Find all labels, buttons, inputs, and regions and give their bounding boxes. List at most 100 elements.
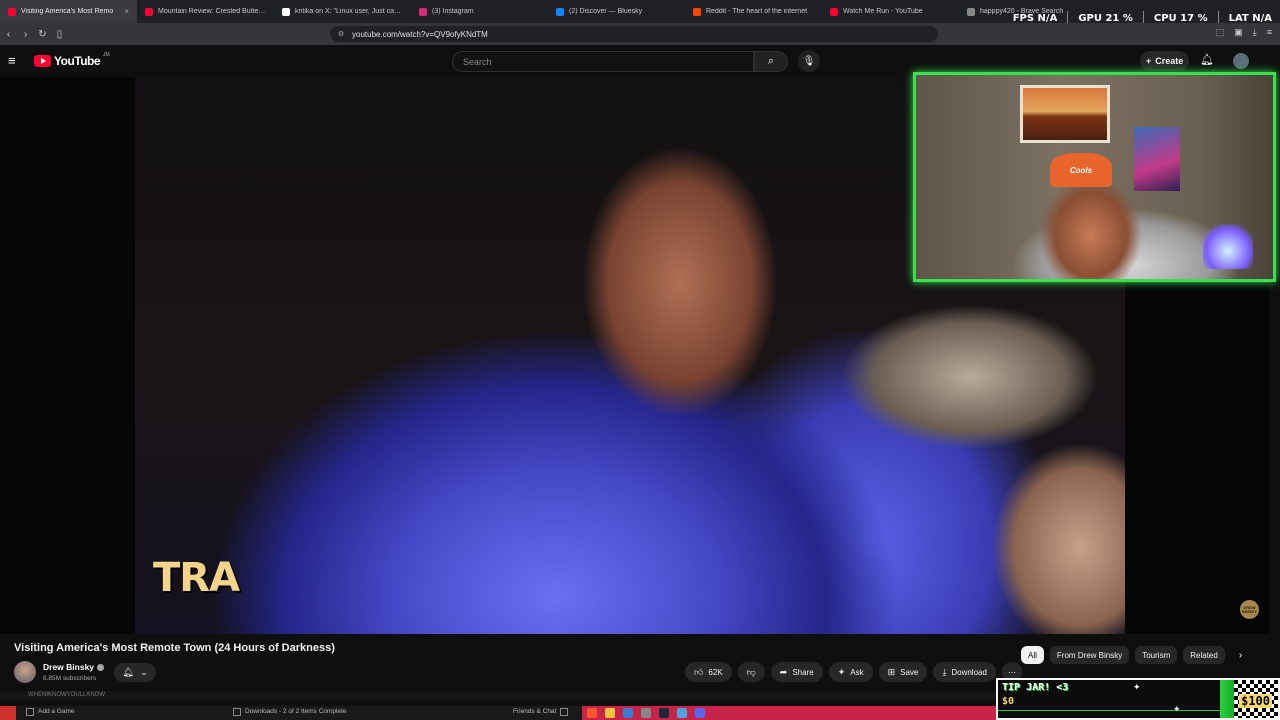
like-button[interactable]: 👍︎ 62K <box>685 662 732 682</box>
tab-label: Watch Me Run - YouTube <box>843 8 923 15</box>
settings-app-icon[interactable] <box>641 708 651 718</box>
tab-favicon-icon <box>282 7 290 16</box>
discord-app-icon[interactable] <box>695 708 705 718</box>
ask-label: Ask <box>850 667 864 677</box>
thumbs-down-icon: 👎︎ <box>746 666 756 677</box>
lat-label: LAT <box>1228 12 1249 24</box>
files-app-icon[interactable] <box>677 708 687 718</box>
address-text: youtube.com/watch?v=QV9ofyKNdTM <box>352 29 488 39</box>
tab-favicon-icon <box>693 7 701 16</box>
browser-tab[interactable]: Watch Me Run - YouTube <box>822 0 959 23</box>
folder-app-icon[interactable] <box>605 708 615 718</box>
channel-watermark[interactable]: DREW BINSKY <box>1240 600 1259 619</box>
browser-tab[interactable]: Reddit - The heart of the internet <box>685 0 822 23</box>
youtube-logo[interactable]: YouTube JM <box>34 52 110 68</box>
steam-app-icon[interactable] <box>659 708 669 718</box>
close-tab-icon[interactable]: × <box>124 7 129 16</box>
add-game-label: Add a Game <box>38 708 75 715</box>
browser-tab[interactable]: (2) Discover — Bluesky <box>548 0 685 23</box>
cpu-value: 17 % <box>1180 12 1208 24</box>
browser-tab[interactable]: (3) Instagram <box>411 0 548 23</box>
region-code: JM <box>103 52 110 58</box>
site-info-icon[interactable]: ⚙ <box>338 30 344 38</box>
taskbar: Add a Game Downloads - 2 of 2 Items Comp… <box>0 706 996 720</box>
chevron-down-icon: ⌄ <box>140 667 148 677</box>
youtube-play-icon <box>34 55 51 67</box>
extensions-icon[interactable]: ⬚ <box>1216 27 1225 38</box>
download-button[interactable]: ⤓ Download <box>933 662 996 682</box>
youtube-logo-text: YouTube <box>54 54 101 68</box>
share-button[interactable]: ➦ Share <box>770 662 823 682</box>
bell-icon: 🔔︎ <box>122 667 134 677</box>
subscriber-count: 6.85M subscribers <box>43 675 97 682</box>
chevron-right-icon[interactable]: › <box>1239 650 1242 661</box>
gpu-label: GPU <box>1078 12 1102 24</box>
terminal-app-icon[interactable] <box>623 708 633 718</box>
tip-divider <box>998 710 1220 711</box>
tab-label: Visiting America's Most Remo <box>21 8 114 15</box>
browser-tab[interactable]: Visiting America's Most Remo × <box>0 0 137 23</box>
bookmark-icon: ⊞ <box>887 666 896 677</box>
download-icon: ⤓ <box>942 666 947 677</box>
browser-tab[interactable]: Mountain Review: Crested Butte, Co <box>137 0 274 23</box>
filter-chip[interactable]: From Drew Binsky <box>1049 646 1130 664</box>
video-actions: 👍︎ 62K 👎︎ ➦ Share ✦ Ask ⊞ Save ⤓ Download ⋯ <box>685 662 1022 682</box>
account-avatar[interactable] <box>1233 53 1249 69</box>
thumbs-up-icon: 👍︎ <box>694 666 704 677</box>
ask-button[interactable]: ✦ Ask <box>828 662 873 682</box>
sidebar-toggle-icon[interactable]: ▯ <box>51 29 68 40</box>
tip-jar-label: TIP JAR! <3 <box>1002 682 1069 693</box>
friends-label: Friends & Chat <box>513 708 557 715</box>
fps-label: FPS <box>1012 12 1035 24</box>
video-title: Visiting America's Most Remote Town (24 … <box>14 642 335 654</box>
create-button[interactable]: + Create <box>1140 51 1190 71</box>
tab-label: Reddit - The heart of the internet <box>706 8 808 15</box>
tab-favicon-icon <box>419 7 427 16</box>
filter-chip[interactable]: All <box>1021 646 1044 664</box>
microphone-icon: 🎙︎ <box>802 55 816 67</box>
sparkle-icon: ✦ <box>837 666 846 677</box>
brave-app-icon[interactable] <box>587 708 597 718</box>
channel-name[interactable]: Drew Binsky <box>43 662 105 672</box>
like-count: 62K <box>708 667 723 677</box>
hamburger-menu-icon[interactable]: ≡ <box>8 53 16 68</box>
rgb-light <box>1203 224 1253 269</box>
tab-label: Mountain Review: Crested Butte, Co <box>158 8 266 15</box>
downloads-status[interactable]: Downloads - 2 of 2 Items Complete <box>233 708 347 716</box>
tab-label: (3) Instagram <box>432 8 474 15</box>
save-button[interactable]: ⊞ Save <box>878 662 928 682</box>
browser-toolbar-right: ⬚ ▣ ⤓ ≡ <box>1216 27 1272 38</box>
plus-square-icon <box>26 708 34 716</box>
back-icon[interactable]: ‹ <box>0 29 17 40</box>
create-label: Create <box>1155 56 1184 66</box>
channel-avatar[interactable] <box>14 661 36 683</box>
comment-preview-strip: WHENIKNOWYOULLKNOW <box>0 691 1000 699</box>
tab-label: kritika on X: "Linux user, Just came a <box>295 8 403 15</box>
address-bar[interactable]: ⚙ youtube.com/watch?v=QV9ofyKNdTM <box>330 26 938 42</box>
subscribed-button[interactable]: 🔔︎ ⌄ <box>114 663 156 682</box>
tab-favicon-icon <box>8 7 16 16</box>
save-label: Save <box>900 667 919 677</box>
add-game-button[interactable]: Add a Game <box>26 708 75 716</box>
filter-chip[interactable]: Related <box>1183 646 1225 664</box>
tip-goal-amount: $100 <box>1239 694 1272 708</box>
browser-tab[interactable]: kritika on X: "Linux user, Just came a <box>274 0 411 23</box>
menu-icon[interactable]: ≡ <box>1267 27 1272 38</box>
share-icon: ➦ <box>779 666 788 677</box>
search-input[interactable]: Search <box>452 51 754 72</box>
tab-favicon-icon <box>967 7 975 16</box>
downloads-icon[interactable]: ⤓ <box>1253 27 1257 38</box>
reload-icon[interactable]: ↻ <box>34 29 51 40</box>
tab-label: (2) Discover — Bluesky <box>569 8 643 15</box>
filter-chip[interactable]: Tourism <box>1135 646 1178 664</box>
wallet-icon[interactable]: ▣ <box>1234 27 1243 38</box>
friends-chat-button[interactable]: Friends & Chat <box>513 708 569 716</box>
start-button[interactable] <box>0 706 16 720</box>
search-button[interactable]: ⌕ <box>754 51 788 72</box>
lat-value: N/A <box>1252 12 1272 24</box>
voice-search-button[interactable]: 🎙︎ <box>798 50 820 72</box>
download-label: Download <box>951 667 987 677</box>
forward-icon[interactable]: › <box>17 29 34 40</box>
dislike-button[interactable]: 👎︎ <box>737 662 765 682</box>
notifications-bell-icon[interactable]: 🔔︎ <box>1200 53 1214 66</box>
